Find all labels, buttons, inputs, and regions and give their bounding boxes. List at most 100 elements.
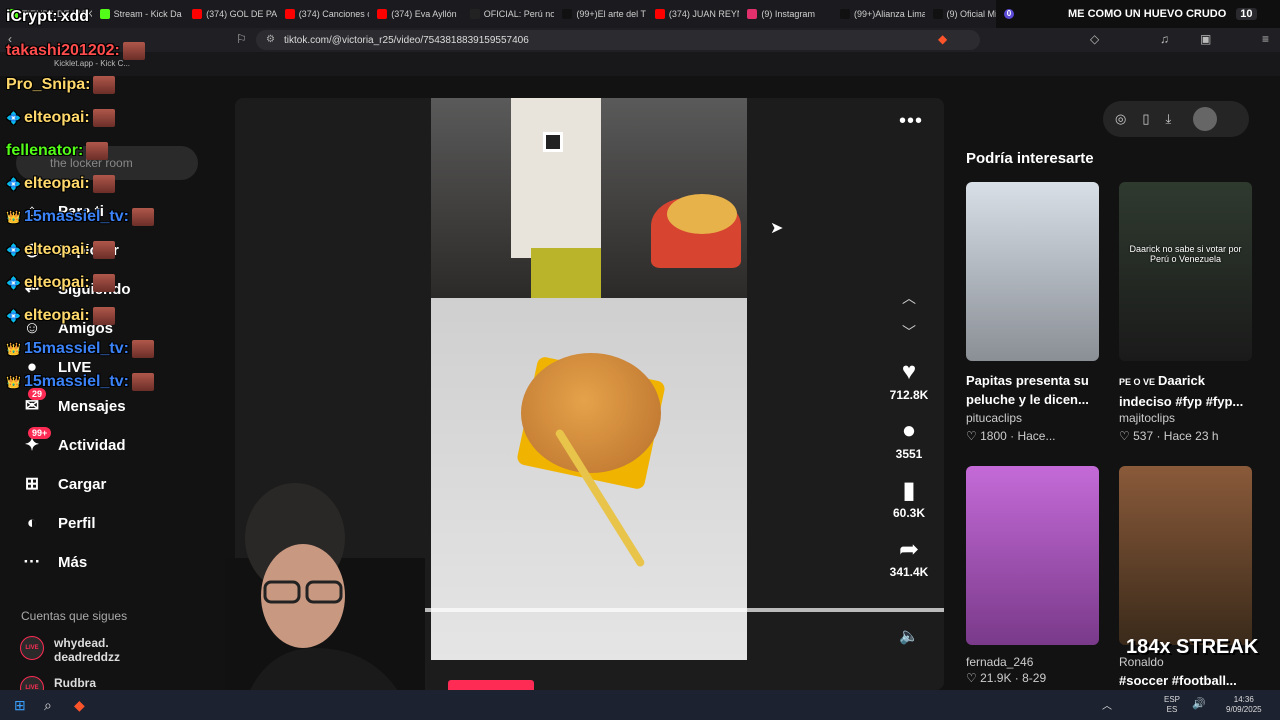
chevron-up-icon[interactable]: ︿ xyxy=(1102,697,1112,712)
video-thumbnail[interactable] xyxy=(1119,466,1252,645)
browser-tab[interactable]: (374) GOL DE PAO xyxy=(184,0,277,28)
chevron-down-icon[interactable]: ﹀ xyxy=(902,322,916,342)
kicklet-tab[interactable]: Kicklet.app - Kick C... xyxy=(0,52,1280,76)
extension-icon[interactable]: ◇ xyxy=(1090,32,1099,46)
tab-badge: 0 xyxy=(1004,9,1015,19)
more-icon: ··· xyxy=(23,552,41,571)
browser-tab[interactable]: Stream - Kick Da xyxy=(92,0,185,28)
video-author[interactable]: pitucaclips xyxy=(966,411,1099,425)
like-button[interactable]: ♥ 712.8K xyxy=(879,358,939,404)
fries xyxy=(667,194,737,234)
brave-icon[interactable]: ◆ xyxy=(74,697,85,714)
clock-date: 9/09/2025 xyxy=(1226,705,1262,714)
like-count: 21.9K xyxy=(980,671,1012,685)
video-meta: ♡ 1800 · Hace... xyxy=(966,429,1056,443)
live-icon: ● xyxy=(26,357,38,376)
tab-label: TIENDA DE KICK xyxy=(22,9,92,19)
heart-icon: ♡ xyxy=(966,671,981,685)
nav-item-perfil[interactable]: ◐ Perfil xyxy=(20,513,96,533)
device-icon[interactable]: ▯ xyxy=(1142,111,1149,127)
recommended-video-card[interactable]: Daarick no sabe si votar por Perú o Vene… xyxy=(1119,182,1252,443)
compass-icon: ◎ xyxy=(24,240,40,259)
nav-item-para-ti[interactable]: ⌂ Para ti xyxy=(20,201,104,221)
nav-item-explorar[interactable]: ◎ Explorar xyxy=(20,240,119,260)
heart-icon: ♡ xyxy=(966,429,981,443)
user-avatar[interactable] xyxy=(1193,107,1218,131)
save-button[interactable]: ▮ 60.3K xyxy=(879,476,939,522)
video-author[interactable]: fernada_246 xyxy=(966,655,1099,669)
browser-tab[interactable]: (374) JUAN REYN xyxy=(647,0,739,28)
bookmark-icon[interactable]: ⚐ xyxy=(236,32,247,46)
active-browser-tab[interactable]: 0 ME COMO UN HUEVO CRUDO 10 xyxy=(996,0,1280,28)
more-options-button[interactable]: ••• xyxy=(899,110,923,133)
share-button[interactable]: ➦ 341.4K xyxy=(879,535,939,581)
browser-tab-bar: TIENDA DE KICK Stream - Kick Da (374) GOL … xyxy=(0,0,1280,28)
tab-favicon-icon xyxy=(562,9,573,19)
heart-icon: ♥ xyxy=(901,358,917,385)
browser-tab[interactable]: (374) Eva Ayllón xyxy=(369,0,462,28)
comment-icon: ● xyxy=(901,417,917,444)
recommend-heading: Podría interesarte xyxy=(966,150,1094,167)
language-indicator[interactable]: ESP ES xyxy=(1164,695,1180,715)
like-count: 537 xyxy=(1133,429,1154,443)
volume-icon[interactable]: 🔈 xyxy=(899,626,919,646)
browser-tab[interactable]: (374) Canciones c xyxy=(277,0,369,28)
account-name: Rudbra xyxy=(54,676,96,690)
nav-item-mensajes[interactable]: ✉ 29 Mensajes xyxy=(20,388,126,416)
live-avatar: LIVE xyxy=(20,636,44,660)
nav-item-actividad[interactable]: ✦ 99+ Actividad xyxy=(20,427,126,455)
burger-bun xyxy=(521,353,661,473)
tiktok-sidebar: ⌕ the locker room ⌂Para ti◎Explorar⇠Sigu… xyxy=(0,76,215,702)
video-frame[interactable] xyxy=(431,98,747,660)
nav-label: Explorar xyxy=(58,241,119,259)
nav-item-live[interactable]: ● LIVE xyxy=(20,357,91,377)
recommended-video-card[interactable]: Papitas presenta su peluche y le dicen..… xyxy=(966,182,1099,443)
clock[interactable]: 14:36 9/09/2025 xyxy=(1226,695,1262,715)
video-thumbnail[interactable] xyxy=(966,182,1099,361)
browser-tab[interactable]: (9) Oficial Mi xyxy=(925,0,997,28)
recommended-video-card[interactable]: fernada_246 ♡ 21.9K · 8-29 xyxy=(966,466,1099,685)
search-input[interactable]: the locker room xyxy=(16,146,198,180)
wallet-icon[interactable]: ▣ xyxy=(1200,32,1211,46)
video-author[interactable]: majitoclips xyxy=(1119,411,1252,425)
windows-start-icon[interactable]: ⊞ xyxy=(14,697,26,714)
nav-item-amigos[interactable]: ☺ Amigos xyxy=(20,318,113,338)
tab-label: (99+)Alianza Lima xyxy=(853,9,925,19)
url-text: tiktok.com/@victoria_r25/video/754381883… xyxy=(284,34,529,46)
video-thumbnail[interactable] xyxy=(966,466,1099,645)
comment-button[interactable]: ● 3551 xyxy=(879,417,939,463)
site-info-icon[interactable]: ⚙ xyxy=(266,34,275,45)
browser-tab[interactable]: (99+)El arte del T xyxy=(554,0,647,28)
kicklet-label: Kicklet.app - Kick C... xyxy=(54,59,131,68)
coin-icon[interactable]: ◎ xyxy=(1115,111,1126,127)
volume-icon[interactable]: 🔊 xyxy=(1192,697,1206,710)
video-thumbnail[interactable]: Daarick no sabe si votar por Perú o Vene… xyxy=(1119,182,1252,361)
browser-tab[interactable]: OFICIAL: Perú no xyxy=(462,0,554,28)
brave-shield-icon[interactable]: ◆ xyxy=(938,32,947,46)
followed-account[interactable]: LIVE whydead. deadreddzz xyxy=(20,636,120,664)
top-right-toolbar: ◎ ▯ ⤓ xyxy=(1103,101,1249,137)
nav-label: Siguiendo xyxy=(58,280,131,298)
nav-item-más[interactable]: ··· Más xyxy=(20,552,88,572)
chevron-up-icon[interactable]: ︿ xyxy=(902,288,916,308)
region-label: ES xyxy=(1166,705,1178,714)
url-input[interactable]: ⚙ tiktok.com/@victoria_r25/video/7543818… xyxy=(256,30,980,50)
red-bar xyxy=(448,680,534,690)
browser-tab[interactable]: TIENDA DE KICK xyxy=(0,0,92,28)
streak-label: 184x STREAK xyxy=(1126,636,1259,658)
title-prefix: PE O VE xyxy=(1119,377,1156,387)
account-name: whydead. xyxy=(54,636,109,650)
menu-icon[interactable]: ≡ xyxy=(1262,32,1269,46)
video-meta: ♡ 21.9K · 8-29 xyxy=(966,671,1047,685)
thumbnail-caption: Daarick no sabe si votar por Perú o Vene… xyxy=(1129,244,1242,264)
browser-tab[interactable]: (99+)Alianza Lima xyxy=(832,0,925,28)
nav-item-cargar[interactable]: ⊞ Cargar xyxy=(20,474,106,494)
tab-label: (9) Oficial Mi xyxy=(946,9,997,19)
download-icon[interactable]: ⤓ xyxy=(1166,111,1172,127)
nav-item-siguiendo[interactable]: ⇠ Siguiendo xyxy=(20,279,131,299)
back-icon[interactable]: ‹ xyxy=(8,32,12,46)
search-icon[interactable]: ⌕ xyxy=(44,697,52,714)
upload-icon: ⊞ xyxy=(24,474,40,493)
media-icon[interactable]: ♫ xyxy=(1160,32,1169,46)
browser-tab[interactable]: (9) Instagram xyxy=(739,0,832,28)
